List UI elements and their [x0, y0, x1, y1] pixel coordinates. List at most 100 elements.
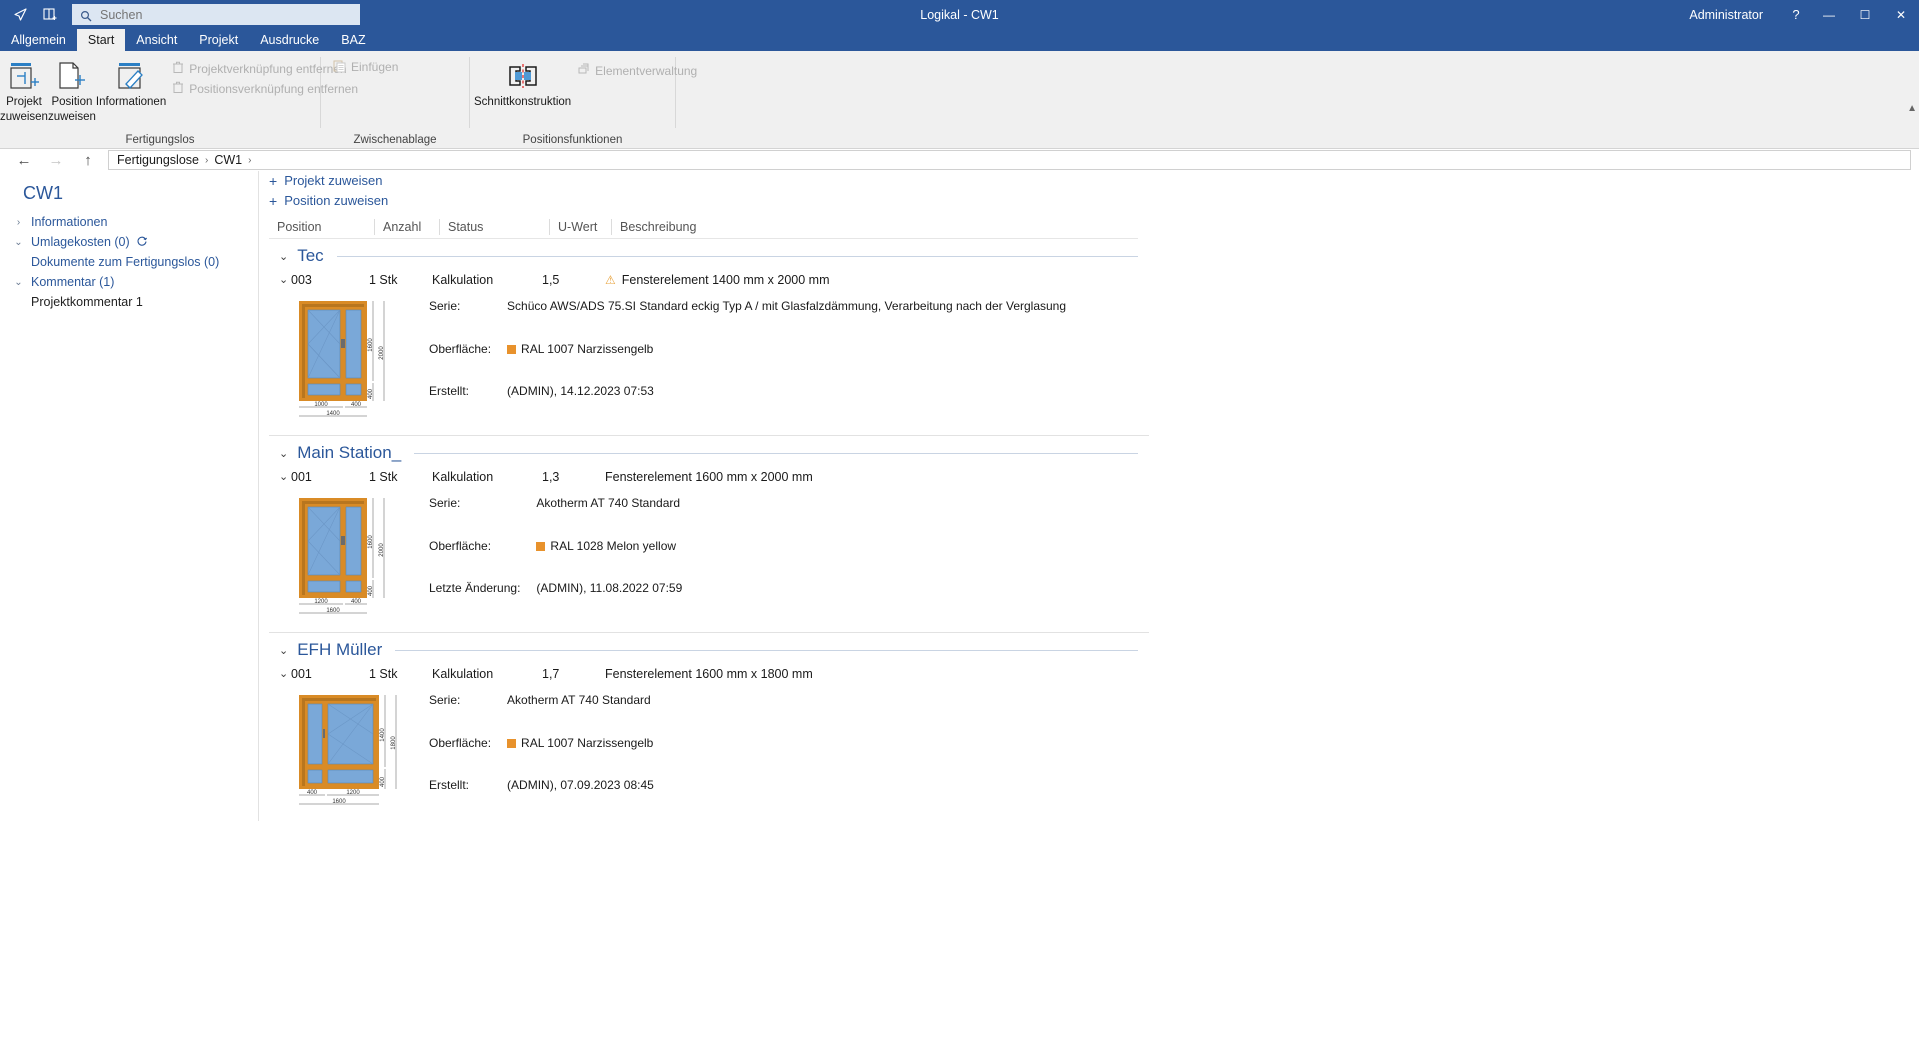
chevron-down-icon-group2: ⌄ — [279, 447, 289, 460]
svg-text:400: 400 — [351, 402, 362, 408]
svg-text:2000: 2000 — [379, 346, 385, 360]
svg-text:1600: 1600 — [326, 608, 340, 614]
informationen-button[interactable]: Informationen — [96, 57, 166, 108]
window-preview-3: 1400 400 1800 400 1200 1600 — [287, 691, 427, 821]
position-zuweisen-button[interactable]: Position zuweisen — [48, 57, 96, 123]
detail-key-serie: Serie: — [429, 693, 461, 707]
sidebar-item-kommentar[interactable]: ⌄ Kommentar (1) — [10, 272, 248, 292]
back-button[interactable]: ← — [8, 149, 40, 171]
projekt-zuweisen-link[interactable]: + Projekt zuweisen — [269, 171, 1138, 190]
chevron-down-icon-2: ⌄ — [14, 276, 23, 288]
up-button[interactable]: ↑ — [72, 149, 104, 171]
row-status: Kalkulation — [432, 470, 494, 484]
group-header-efh-mueller[interactable]: ⌄ EFH Müller — [269, 633, 1138, 663]
tab-projekt[interactable]: Projekt — [188, 29, 249, 51]
einfuegen-label: Einfügen — [351, 60, 399, 74]
position-zuweisen-link[interactable]: + Position zuweisen — [269, 191, 1138, 210]
content-inner: + Projekt zuweisen + Position zuweisen P… — [258, 171, 1149, 821]
navigation-bar: ← → ↑ Fertigungslose › CW1 › — [0, 149, 1919, 171]
schnittkonstruktion-label: Schnittkonstruktion — [474, 96, 572, 108]
detail-value-oberflaeche: RAL 1007 Narzissengelb — [521, 735, 654, 750]
breadcrumb-item-cw1[interactable]: CW1 — [214, 153, 242, 167]
new-window-icon[interactable] — [40, 5, 60, 25]
column-header-anzahl[interactable]: Anzahl — [374, 218, 439, 235]
group-header-tec[interactable]: ⌄ Tec — [269, 239, 1138, 269]
table-row[interactable]: ⌄ 001 1 Stk Kalkulation 1,3 Fenstereleme… — [269, 466, 1138, 484]
chevron-down-icon-row1[interactable]: ⌄ — [269, 273, 291, 286]
window-preview-1: 1600 400 2000 1000 400 1400 — [287, 297, 427, 427]
detail-row-oberflaeche: Oberfläche: RAL 1028 Melon yellow — [429, 539, 682, 580]
detail-value-oberflaeche: RAL 1028 Melon yellow — [550, 538, 677, 553]
section-construction-icon — [503, 59, 543, 93]
column-header-uwert[interactable]: U-Wert — [549, 218, 611, 235]
tab-baz[interactable]: BAZ — [330, 29, 376, 51]
chevron-right-icon: › — [16, 216, 21, 228]
group-header-main-station[interactable]: ⌄ Main Station_ — [269, 436, 1138, 466]
menu-tab-bar: Allgemein Start Ansicht Projekt Ausdruck… — [0, 29, 1919, 51]
search-box[interactable] — [72, 4, 360, 25]
chevron-down-icon-row3[interactable]: ⌄ — [269, 667, 291, 680]
group-rule-3 — [395, 649, 1138, 651]
schnittkonstruktion-button[interactable]: Schnittkonstruktion — [474, 57, 571, 108]
group-name-tec: Tec — [297, 246, 324, 265]
window-preview-2: 1600 400 2000 1200 400 1600 — [287, 494, 427, 624]
plus-icon: + — [269, 172, 278, 189]
projekt-zuweisen-link-label: Projekt zuweisen — [284, 173, 383, 188]
ribbon-collapse-chevron-icon[interactable]: ▲ — [1907, 103, 1917, 114]
detail-key-oberflaeche: Oberfläche: — [429, 341, 492, 356]
color-swatch-icon — [507, 344, 517, 354]
detail-block-1: 1600 400 2000 1000 400 1400 Serie: Schüc… — [269, 297, 1138, 427]
tab-ansicht[interactable]: Ansicht — [125, 29, 188, 51]
sidebar-item-projektkommentar: Projektkommentar 1 — [31, 295, 143, 309]
group-name-main-station: Main Station_ — [297, 443, 402, 462]
row-uwert: 1,5 — [542, 273, 560, 287]
column-header-beschreibung[interactable]: Beschreibung — [611, 218, 1109, 235]
row-beschreibung: Fensterelement 1600 mm x 1800 mm — [605, 667, 813, 681]
tab-ausdrucke[interactable]: Ausdrucke — [249, 29, 330, 51]
breadcrumb-item-fertigungslose[interactable]: Fertigungslose — [117, 153, 199, 167]
detail-key-oberflaeche: Oberfläche: — [429, 538, 492, 553]
position-zuweisen-label-line2: zuweisen — [47, 111, 96, 123]
column-header-position[interactable]: Position — [269, 219, 374, 235]
detail-key-oberflaeche: Oberfläche: — [429, 735, 492, 750]
ribbon-group-label-zwischenablage: Zwischenablage — [353, 134, 437, 146]
sidebar-item-dokumente[interactable]: Dokumente zum Fertigungslos (0) — [10, 252, 248, 272]
refresh-icon[interactable] — [136, 235, 148, 250]
group-rule-1 — [336, 255, 1138, 257]
close-button[interactable]: ✕ — [1883, 0, 1919, 29]
detail-value-oberflaeche-wrap: RAL 1007 Narzissengelb — [507, 736, 654, 777]
sidebar-item-umlagekosten[interactable]: ⌄ Umlagekosten (0) — [10, 232, 248, 252]
maximize-button[interactable]: ☐ — [1847, 0, 1883, 29]
chevron-down-icon-row2[interactable]: ⌄ — [269, 470, 291, 483]
row-status: Kalkulation — [432, 273, 494, 287]
group-rule-2 — [414, 452, 1138, 454]
detail-value-oberflaeche-wrap: RAL 1007 Narzissengelb — [507, 342, 1066, 383]
projekt-zuweisen-label-line2: zuweisen — [0, 111, 48, 123]
tab-allgemein[interactable]: Allgemein — [0, 29, 77, 51]
table-row[interactable]: ⌄ 003 1 Stk Kalkulation 1,5 ⚠ Fensterele… — [269, 269, 1138, 287]
einfuegen-button[interactable]: Einfügen — [327, 57, 404, 77]
sidebar-item-informationen[interactable]: › Informationen — [10, 212, 248, 232]
forward-button[interactable]: → — [40, 149, 72, 171]
assign-position-icon — [55, 59, 89, 93]
detail-value-oberflaeche: RAL 1007 Narzissengelb — [521, 341, 654, 356]
svg-text:1200: 1200 — [346, 790, 360, 796]
minimize-button[interactable]: — — [1811, 0, 1847, 29]
elementverwaltung-button[interactable]: Elementverwaltung — [571, 61, 703, 81]
position-zuweisen-label-line1: Position — [51, 96, 93, 108]
table-row[interactable]: ⌄ 001 1 Stk Kalkulation 1,7 Fenstereleme… — [269, 663, 1138, 681]
projekt-zuweisen-button[interactable]: Projekt zuweisen — [0, 57, 48, 123]
ribbon-group-fertigungslos: Projekt zuweisen Position zuweisen Infor… — [0, 51, 358, 149]
breadcrumb[interactable]: Fertigungslose › CW1 › — [108, 150, 1911, 170]
search-icon — [80, 9, 92, 21]
ribbon-group-positionsfunktionen: Schnittkonstruktion Elementverwaltung Po… — [470, 51, 697, 149]
column-header-status[interactable]: Status — [439, 218, 549, 235]
row-position: 003 — [291, 273, 312, 287]
row-beschreibung-wrap: Fensterelement 1600 mm x 2000 mm — [605, 470, 813, 484]
help-button[interactable]: ? — [1781, 7, 1811, 22]
search-input[interactable] — [100, 7, 352, 22]
detail-value-oberflaeche-wrap: RAL 1028 Melon yellow — [536, 539, 682, 580]
tab-start[interactable]: Start — [76, 29, 126, 51]
svg-text:1400: 1400 — [326, 411, 340, 417]
cursor-arrow-icon[interactable] — [10, 5, 30, 25]
